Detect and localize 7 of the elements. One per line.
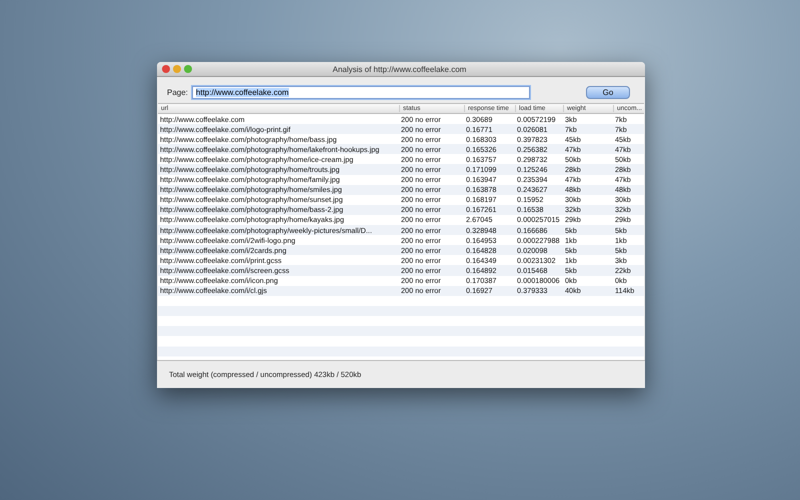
- zoom-icon[interactable]: [184, 65, 192, 73]
- window-title: Analysis of http://www.coffeelake.com: [332, 64, 468, 74]
- close-icon[interactable]: [162, 65, 170, 73]
- go-button[interactable]: Go: [586, 86, 630, 98]
- minimize-icon[interactable]: [173, 65, 181, 73]
- page-field[interactable]: http://www.coffeelake.com: [192, 86, 530, 98]
- page-label: Page:: [167, 88, 188, 96]
